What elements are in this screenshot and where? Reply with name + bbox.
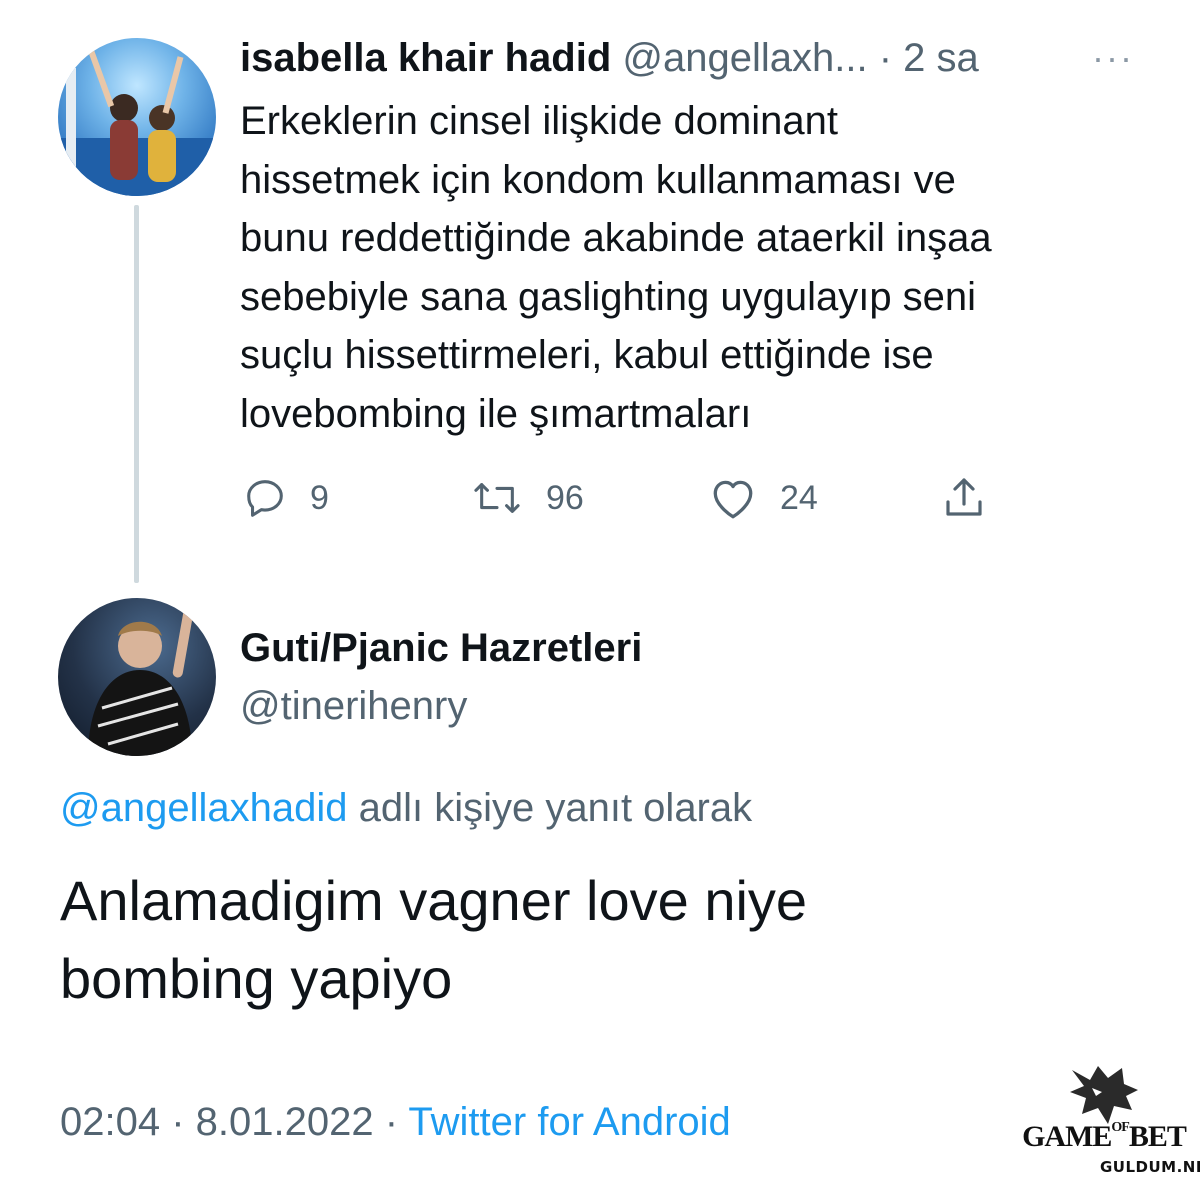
watermark-logo: GAMEOFBET GULDUM.NET	[1018, 1062, 1200, 1176]
thread-connector-line	[134, 205, 139, 583]
reply-context-text: adlı kişiye yanıt olarak	[358, 786, 753, 830]
tweet2-source-link[interactable]: Twitter for Android	[408, 1100, 730, 1144]
avatar-photo-icon	[58, 48, 216, 196]
tweet2-meta: 02:04 · 8.01.2022 · Twitter for Android	[60, 1096, 731, 1148]
tweet1-handle[interactable]: @angellaxh...	[622, 36, 867, 80]
tweet1-time[interactable]: · 2 sa	[879, 36, 979, 80]
watermark-brand: GAMEOFBET	[1018, 1120, 1190, 1154]
retweet-count: 96	[546, 478, 584, 517]
tweet1-display-name[interactable]: isabella khair hadid	[240, 36, 611, 80]
wolf-head-icon	[1070, 1066, 1138, 1124]
watermark-site: GULDUM.NET	[1100, 1158, 1200, 1176]
retweet-icon	[474, 483, 520, 513]
like-count: 24	[780, 478, 818, 517]
brand-of: OF	[1111, 1120, 1129, 1135]
reply-icon	[247, 480, 283, 517]
tweet2-text: Anlamadigim vagner love niye bombing yap…	[60, 869, 808, 1010]
reply-context: @angellaxhadid adlı kişiye yanıt olarak	[60, 782, 752, 834]
tweet1-header: isabella khair hadid @angellaxh... · 2 s…	[240, 32, 979, 84]
tweet1-text: Erkeklerin cinsel ilişkide dominant hiss…	[240, 99, 992, 436]
brand-end: BET	[1128, 1120, 1187, 1153]
share-icon	[946, 478, 982, 516]
retweet-button[interactable]: 96	[470, 470, 584, 526]
avatar-photo-icon	[88, 608, 194, 756]
tweet2-handle[interactable]: @tinerihenry	[240, 680, 467, 732]
reply-mention-link[interactable]: @angellaxhadid	[60, 786, 347, 830]
reply-button[interactable]: 9	[242, 470, 329, 526]
profile-avatar-tinerihenry[interactable]	[58, 598, 216, 756]
tweet2-timestamp[interactable]: 02:04 · 8.01.2022 ·	[60, 1100, 398, 1144]
brand-main: GAME	[1022, 1120, 1112, 1153]
share-button[interactable]	[940, 470, 988, 526]
more-options-icon[interactable]: ···	[1092, 32, 1134, 84]
like-button[interactable]: 24	[708, 470, 818, 526]
tweet2-display-name[interactable]: Guti/Pjanic Hazretleri	[240, 622, 642, 674]
profile-avatar-isabella[interactable]	[58, 38, 216, 196]
reply-count: 9	[310, 478, 329, 517]
heart-icon	[713, 480, 753, 519]
